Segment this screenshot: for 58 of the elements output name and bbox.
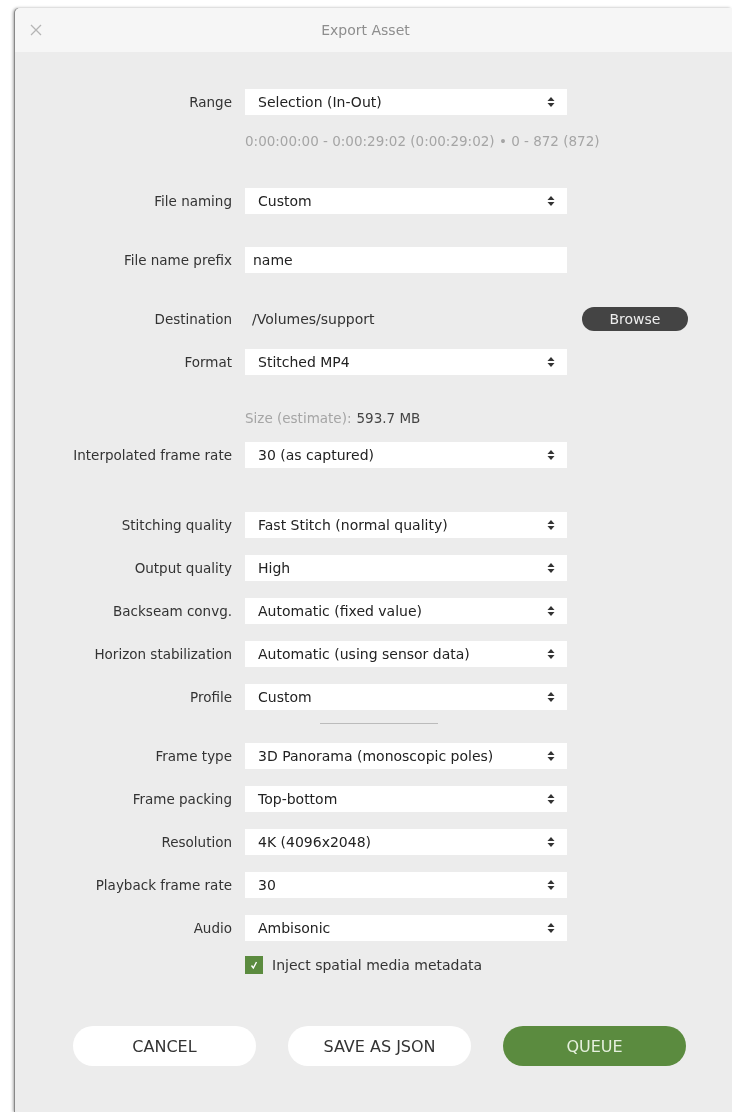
- browse-button[interactable]: Browse: [582, 307, 688, 331]
- close-icon: [30, 24, 42, 36]
- dropdown[interactable]: Stitched MP4: [245, 349, 567, 375]
- input-field[interactable]: name: [245, 247, 567, 273]
- updown-icon: [547, 836, 555, 848]
- field-label: Playback frame rate: [95, 877, 232, 893]
- field-label: Stitching quality: [121, 517, 232, 533]
- dropdown[interactable]: Selection (In-Out): [245, 89, 567, 115]
- field-label: Horizon stabilization: [94, 646, 232, 662]
- range-info: 0:00:00:00 - 0:00:29:02 (0:00:29:02) • 0 - 872 (872): [245, 133, 600, 149]
- updown-icon: [547, 356, 555, 368]
- dropdown[interactable]: Top-bottom: [245, 786, 567, 812]
- field-label: Range: [189, 94, 232, 110]
- updown-icon: [547, 793, 555, 805]
- updown-icon: [547, 195, 555, 207]
- dropdown[interactable]: Automatic (using sensor data): [245, 641, 567, 667]
- field-label: Audio: [193, 920, 232, 936]
- field-label: Output quality: [134, 560, 232, 576]
- dropdown[interactable]: Custom: [245, 684, 567, 710]
- updown-icon: [547, 96, 555, 108]
- dropdown[interactable]: Ambisonic: [245, 915, 567, 941]
- updown-icon: [547, 648, 555, 660]
- dropdown[interactable]: Automatic (fixed value): [245, 598, 567, 624]
- field-label: Resolution: [161, 834, 232, 850]
- updown-icon: [547, 750, 555, 762]
- field-label: Frame packing: [132, 791, 232, 807]
- dropdown[interactable]: 4K (4096x2048): [245, 829, 567, 855]
- updown-icon: [547, 449, 555, 461]
- dropdown[interactable]: Custom: [245, 188, 567, 214]
- field-label: Interpolated frame rate: [73, 447, 232, 463]
- estimate-label: Size (estimate):: [245, 410, 352, 426]
- checkbox[interactable]: [245, 956, 263, 974]
- field-label: File name prefix: [123, 252, 232, 268]
- check-icon: [249, 960, 259, 970]
- dropdown[interactable]: 3D Panorama (monoscopic poles): [245, 743, 567, 769]
- updown-icon: [547, 605, 555, 617]
- dropdown[interactable]: 30: [245, 872, 567, 898]
- path-text: /Volumes/support: [251, 311, 376, 327]
- dropdown[interactable]: 30 (as captured): [245, 442, 567, 468]
- dropdown[interactable]: High: [245, 555, 567, 581]
- updown-icon: [547, 691, 555, 703]
- dialog-button[interactable]: SAVE AS JSON: [288, 1026, 471, 1066]
- field-label: File naming: [154, 193, 232, 209]
- updown-icon: [547, 879, 555, 891]
- window-title: Export Asset: [321, 22, 410, 38]
- estimate-value: 593.7 MB: [356, 410, 421, 426]
- field-label: Destination: [154, 311, 232, 327]
- close-button[interactable]: [29, 23, 43, 37]
- field-label: Profile: [190, 689, 232, 705]
- updown-icon: [547, 922, 555, 934]
- field-label: Backseam convg.: [113, 603, 232, 619]
- updown-icon: [547, 562, 555, 574]
- field-label: Frame type: [155, 748, 232, 764]
- checkbox-label: Inject spatial media metadata: [272, 957, 483, 973]
- updown-icon: [547, 519, 555, 531]
- dialog-button[interactable]: CANCEL: [73, 1026, 256, 1066]
- dropdown[interactable]: Fast Stitch (normal quality): [245, 512, 567, 538]
- field-label: Format: [184, 354, 232, 370]
